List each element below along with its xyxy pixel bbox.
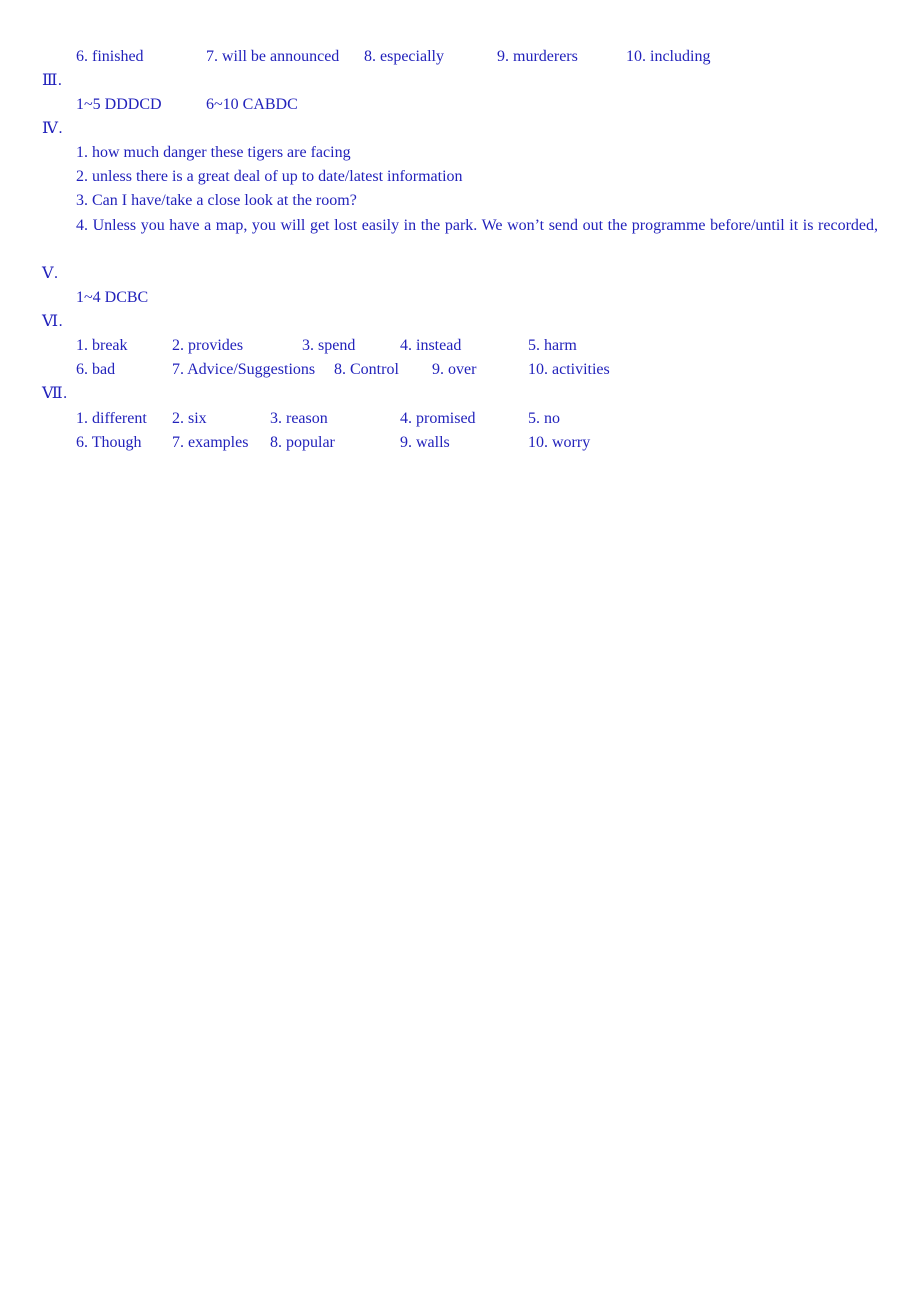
section-seven-row-2: 6. Though 7. examples 8. popular 9. wall… [0, 433, 920, 453]
section-seven-item-7: 7. examples [172, 434, 249, 451]
section-six-item-4: 4. instead [400, 337, 462, 354]
section-seven-item-9: 9. walls [400, 434, 450, 451]
section-six-item-1: 1. break [76, 337, 128, 354]
answer-item-10: 10. including [626, 48, 711, 65]
section-five-answers: 1~4 DCBC [76, 289, 149, 306]
section-four-item-1: 1. how much danger these tigers are faci… [76, 144, 351, 161]
section-seven-item-5: 5. no [528, 410, 560, 427]
section-four-item-3: 3. Can I have/take a close look at the r… [76, 192, 357, 209]
section-marker-four: Ⅳ. [42, 120, 63, 137]
section-seven-row-1: 1. different 2. six 3. reason 4. promise… [0, 409, 920, 429]
section-six-item-8: 8. Control [334, 361, 399, 378]
section-four-item-4: 4. Unless you have a map, you will get l… [76, 217, 878, 234]
section-three-answer-row: 1~5 DDDCD 6~10 CABDC [0, 95, 920, 115]
section-seven-item-10: 10. worry [528, 434, 591, 451]
section-six-item-7: 7. Advice/Suggestions [172, 361, 316, 378]
section-seven-item-8: 8. popular [270, 434, 335, 451]
section-seven-item-1: 1. different [76, 410, 147, 427]
answer-item-9: 9. murderers [497, 48, 578, 65]
section-six-row-1: 1. break 2. provides 3. spend 4. instead… [0, 336, 920, 356]
section-six-item-3: 3. spend [302, 337, 356, 354]
section-six-row-2: 6. bad 7. Advice/Suggestions 8. Control … [0, 360, 920, 380]
answer-key-page: 6. finished 7. will be announced 8. espe… [0, 0, 920, 1302]
section-seven-item-4: 4. promised [400, 410, 476, 427]
section-seven-item-2: 2. six [172, 410, 207, 427]
answers-1-to-5: 1~5 DDDCD [76, 96, 162, 113]
section-four-item-2: 2. unless there is a great deal of up to… [76, 168, 463, 185]
section-six-item-9: 9. over [432, 361, 477, 378]
section-marker-three: Ⅲ. [42, 72, 63, 89]
answers-6-to-10: 6~10 CABDC [206, 96, 298, 113]
section-marker-seven: Ⅶ. [42, 385, 68, 402]
section-seven-item-3: 3. reason [270, 410, 328, 427]
section-two-answer-row: 6. finished 7. will be announced 8. espe… [0, 47, 920, 67]
section-six-item-5: 5. harm [528, 337, 577, 354]
section-six-item-6: 6. bad [76, 361, 116, 378]
section-seven-item-6: 6. Though [76, 434, 142, 451]
section-marker-five: Ⅴ. [42, 265, 59, 282]
answer-item-6: 6. finished [76, 48, 144, 65]
answer-item-7: 7. will be announced [206, 48, 340, 65]
section-six-item-10: 10. activities [528, 361, 610, 378]
section-marker-six: Ⅵ. [42, 313, 64, 330]
section-six-item-2: 2. provides [172, 337, 244, 354]
answer-item-8: 8. especially [364, 48, 444, 65]
